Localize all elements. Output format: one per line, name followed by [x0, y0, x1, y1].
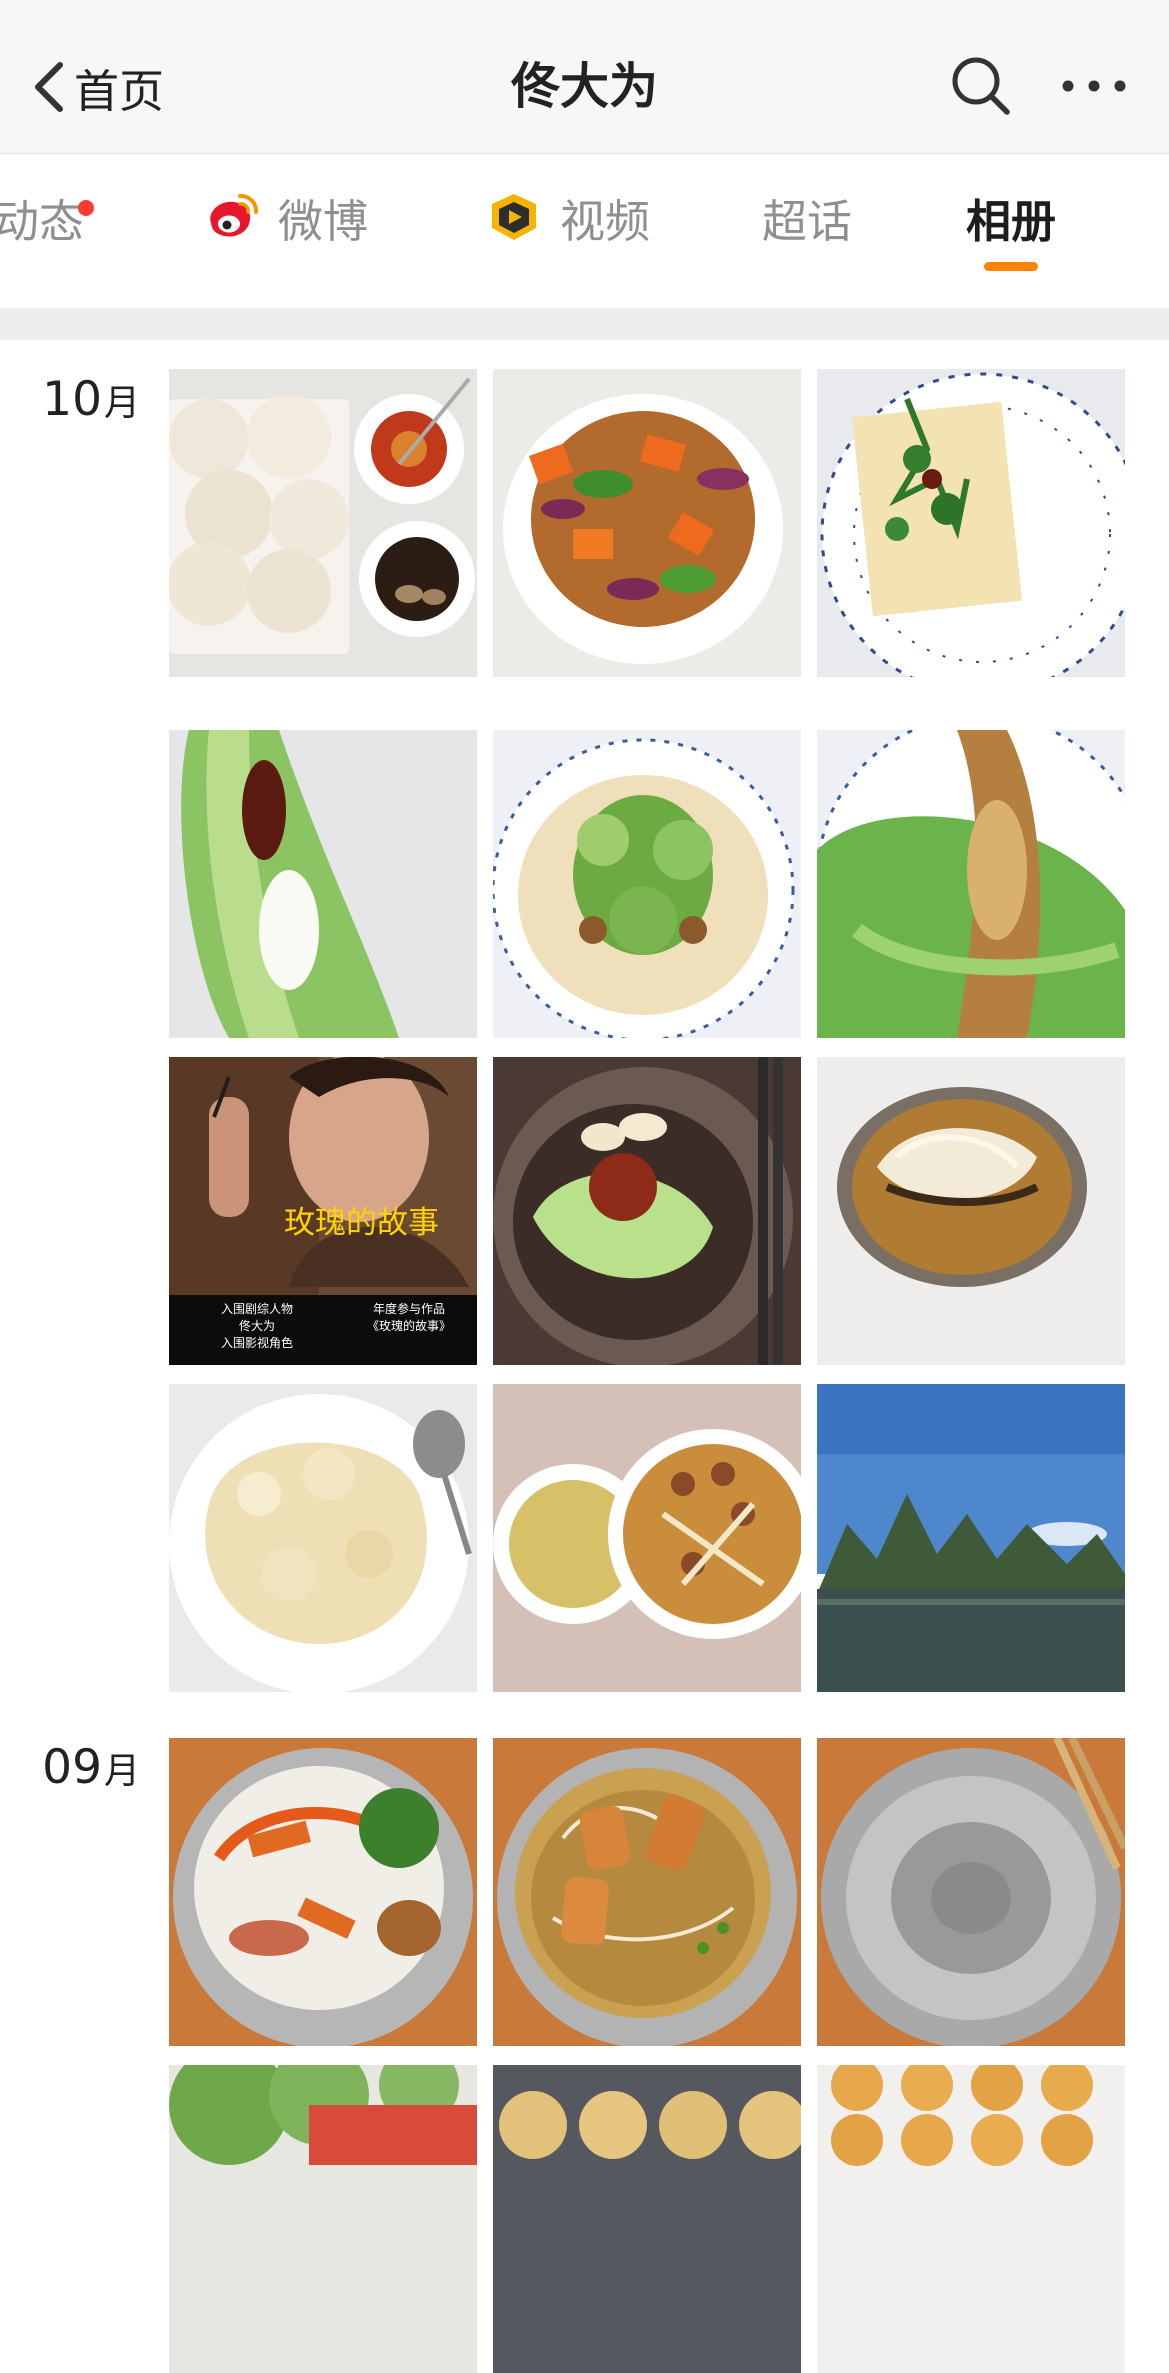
caption-line: 入围影视角色: [220, 1336, 293, 1350]
tab-label: 视频: [560, 194, 651, 248]
caption-line: 佟大为: [238, 1319, 275, 1333]
tab-chaohua[interactable]: 超话: [762, 184, 852, 250]
search-icon: [952, 57, 1010, 115]
video-icon: [492, 194, 536, 240]
photo-thumbnail[interactable]: [493, 1384, 801, 1692]
caption-line: 入围剧综人物: [220, 1302, 293, 1316]
profile-tabs: 动态 微博 视频 超话 相册: [0, 154, 1169, 308]
top-nav-bar: 首页 佟大为: [0, 0, 1169, 154]
month-number: 10: [42, 372, 102, 427]
tab-label: 微博: [278, 194, 369, 248]
photo-thumbnail[interactable]: [817, 1384, 1125, 1692]
more-icon: [1062, 80, 1126, 92]
photo-thumbnail[interactable]: [817, 1057, 1125, 1365]
photo-thumbnail[interactable]: [169, 1384, 477, 1692]
month-number: 09: [42, 1740, 102, 1795]
photo-thumbnail[interactable]: 玫瑰的故事 入围剧综人物 佟大为 入围影视角色 年度参与作品 《玫瑰的故事》: [169, 1057, 477, 1365]
photo-thumbnail[interactable]: [817, 369, 1125, 677]
month-label-october: 10月: [0, 372, 140, 427]
tab-dongtai[interactable]: 动态: [0, 184, 94, 250]
poster-caption-strip: 入围剧综人物 佟大为 入围影视角色 年度参与作品 《玫瑰的故事》: [169, 1295, 477, 1365]
active-tab-indicator: [984, 262, 1038, 271]
section-divider: [0, 308, 1169, 340]
tab-video[interactable]: 视频: [484, 184, 650, 250]
photo-thumbnail[interactable]: [493, 2065, 801, 2373]
photo-thumbnail[interactable]: [817, 1738, 1125, 2046]
photo-thumbnail[interactable]: [493, 730, 801, 1038]
weibo-icon: [210, 193, 259, 237]
search-button[interactable]: [950, 55, 1012, 117]
tab-weibo[interactable]: 微博: [202, 184, 368, 250]
photo-thumbnail[interactable]: [493, 1057, 801, 1365]
month-unit: 月: [103, 383, 140, 424]
poster-caption-left: 入围剧综人物 佟大为 入围影视角色: [197, 1301, 317, 1352]
photo-thumbnail[interactable]: [493, 369, 801, 677]
photo-thumbnail[interactable]: [169, 730, 477, 1038]
caption-line: 《玫瑰的故事》: [366, 1319, 451, 1333]
tab-label: 动态: [0, 194, 85, 248]
photo-thumbnail[interactable]: [169, 369, 477, 677]
photo-thumbnail[interactable]: [169, 2065, 477, 2373]
tab-label: 相册: [966, 194, 1057, 248]
photo-thumbnail[interactable]: [817, 730, 1125, 1038]
caption-line: 年度参与作品: [372, 1302, 445, 1316]
photo-thumbnail[interactable]: [493, 1738, 801, 2046]
photo-thumbnail[interactable]: [817, 2065, 1125, 2373]
more-button[interactable]: [1058, 65, 1130, 107]
tab-album[interactable]: 相册: [966, 184, 1056, 250]
month-unit: 月: [103, 1751, 140, 1792]
poster-caption-right: 年度参与作品 《玫瑰的故事》: [349, 1301, 469, 1335]
month-label-september: 09月: [0, 1740, 140, 1795]
notification-badge: [78, 200, 94, 216]
tab-label: 超话: [762, 194, 853, 248]
photo-thumbnail[interactable]: [169, 1738, 477, 2046]
poster-title: 玫瑰的故事: [284, 1205, 439, 1241]
